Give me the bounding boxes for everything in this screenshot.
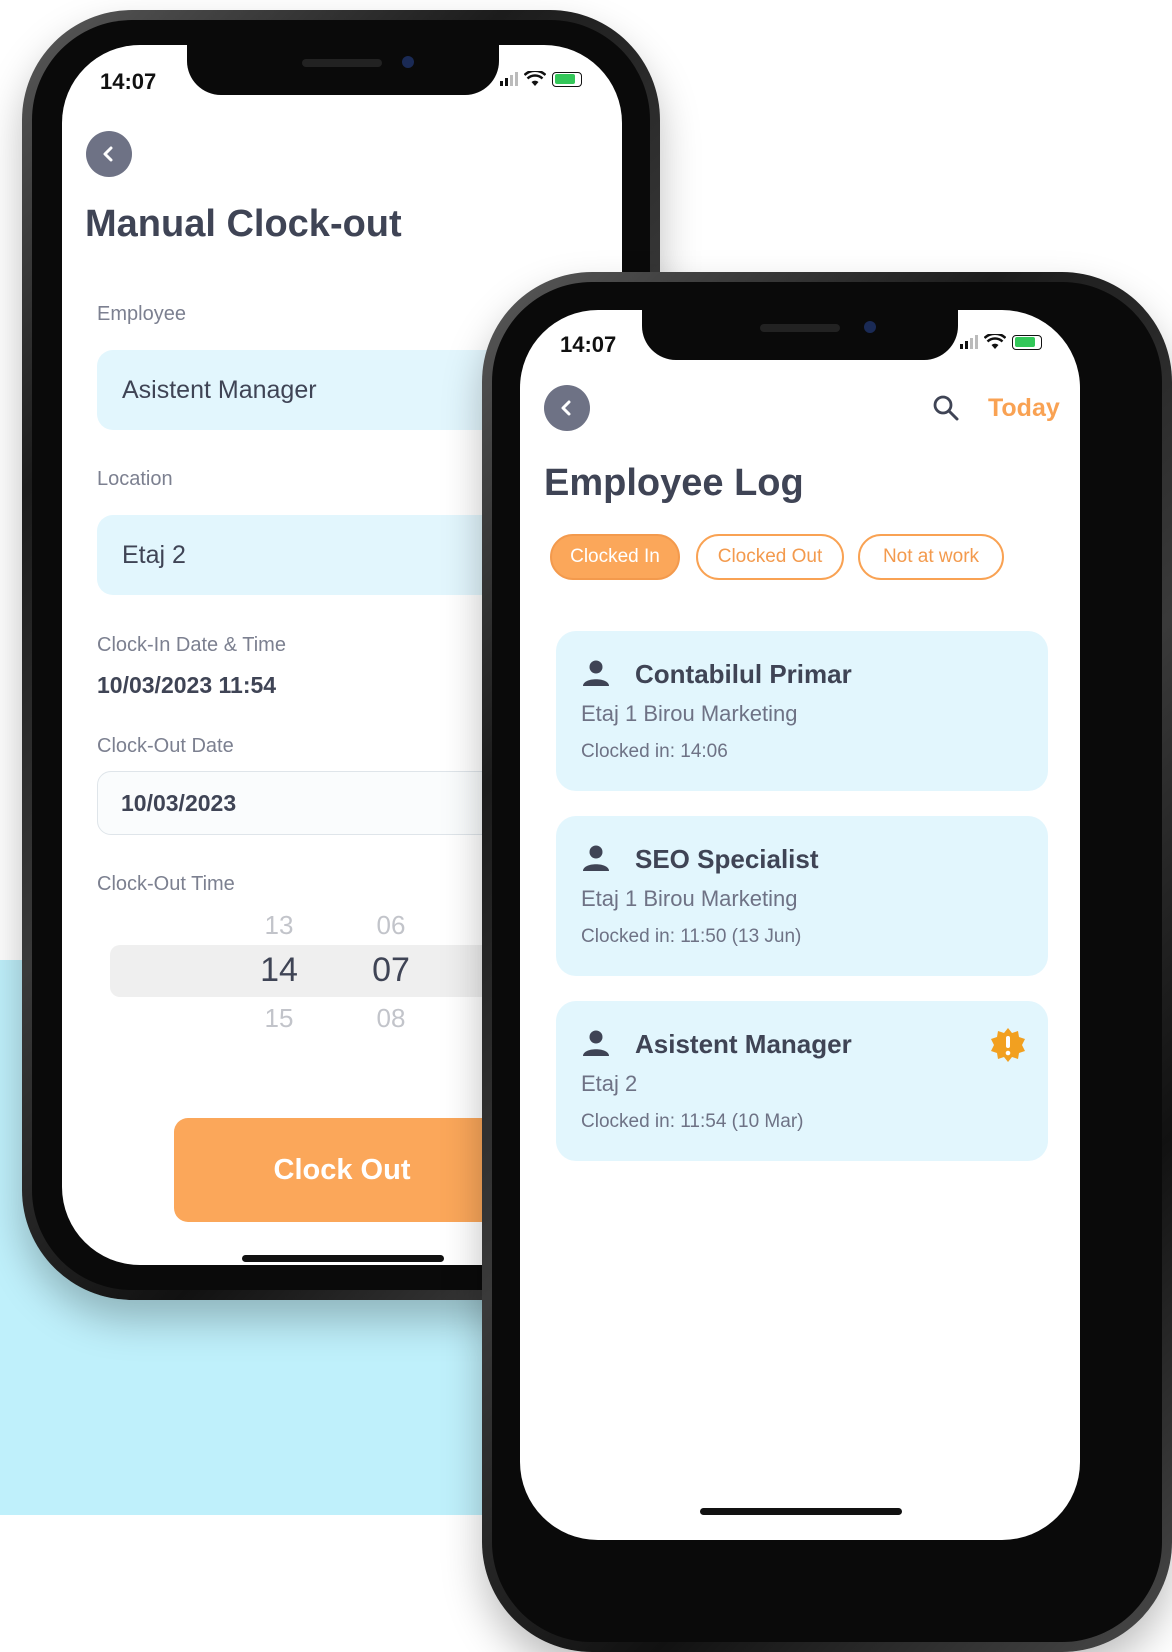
phone-frame-log: 14:07 Today Employee Log Clocked In Cloc… <box>482 272 1172 1652</box>
status-time: 14:07 <box>560 332 617 357</box>
employee-label: Employee <box>97 303 186 325</box>
clocked-in-time: Clocked in: 11:50 (13 Jun) <box>581 926 802 947</box>
home-indicator <box>242 1255 444 1262</box>
filter-clocked-out[interactable]: Clocked Out <box>696 534 844 580</box>
home-indicator <box>700 1508 902 1515</box>
clocked-in-time: Clocked in: 14:06 <box>581 741 728 762</box>
chevron-left-icon <box>561 400 571 416</box>
signal-icon <box>500 72 518 86</box>
back-button[interactable] <box>544 385 590 431</box>
search-icon[interactable] <box>932 394 960 422</box>
clock-out-button[interactable]: Clock Out <box>174 1118 510 1222</box>
today-button[interactable]: Today <box>988 394 1060 423</box>
clockin-label: Clock-In Date & Time <box>97 634 286 656</box>
employee-location: Etaj 1 Birou Marketing <box>581 701 798 726</box>
wifi-icon <box>984 334 1006 349</box>
status-time: 14:07 <box>100 69 157 94</box>
employee-location: Etaj 1 Birou Marketing <box>581 886 798 911</box>
picker-minute-next[interactable]: 08 <box>351 1003 431 1034</box>
person-icon <box>583 845 609 871</box>
location-label: Location <box>97 468 173 490</box>
page-title: Employee Log <box>544 462 804 504</box>
log-entry-card[interactable]: Asistent Manager Etaj 2 Clocked in: 11:5… <box>556 1001 1048 1161</box>
log-entry-card[interactable]: Contabilul Primar Etaj 1 Birou Marketing… <box>556 631 1048 791</box>
notch <box>642 310 958 360</box>
page-title: Manual Clock-out <box>85 203 402 245</box>
back-button[interactable] <box>86 131 132 177</box>
wifi-icon <box>524 71 546 86</box>
picker-minute-prev[interactable]: 06 <box>351 910 431 941</box>
employee-location: Etaj 2 <box>581 1071 638 1096</box>
picker-hour-selected[interactable]: 14 <box>239 951 319 990</box>
chevron-left-icon <box>103 146 113 162</box>
employee-name: Asistent Manager <box>635 1029 852 1059</box>
person-icon <box>583 1030 609 1056</box>
log-entry-card[interactable]: SEO Specialist Etaj 1 Birou Marketing Cl… <box>556 816 1048 976</box>
employee-name: SEO Specialist <box>635 844 819 874</box>
clockin-value: 10/03/2023 11:54 <box>97 672 277 698</box>
filter-clocked-in[interactable]: Clocked In <box>550 534 680 580</box>
filter-not-at-work[interactable]: Not at work <box>858 534 1004 580</box>
person-icon <box>583 660 609 686</box>
signal-icon <box>960 335 978 349</box>
log-screen: 14:07 Today Employee Log Clocked In Cloc… <box>520 310 1080 1540</box>
picker-hour-next[interactable]: 15 <box>239 1003 319 1034</box>
alert-badge-icon[interactable] <box>990 1027 1026 1063</box>
status-icons <box>960 334 1042 350</box>
employee-name: Contabilul Primar <box>635 659 852 689</box>
clockout-date-label: Clock-Out Date <box>97 735 234 757</box>
battery-icon <box>552 71 582 87</box>
clockout-time-label: Clock-Out Time <box>97 873 235 895</box>
notch <box>187 45 499 95</box>
picker-minute-selected[interactable]: 07 <box>351 951 431 990</box>
status-icons <box>500 71 582 87</box>
picker-hour-prev[interactable]: 13 <box>239 910 319 941</box>
battery-icon <box>1012 334 1042 350</box>
clocked-in-time: Clocked in: 11:54 (10 Mar) <box>581 1111 804 1132</box>
